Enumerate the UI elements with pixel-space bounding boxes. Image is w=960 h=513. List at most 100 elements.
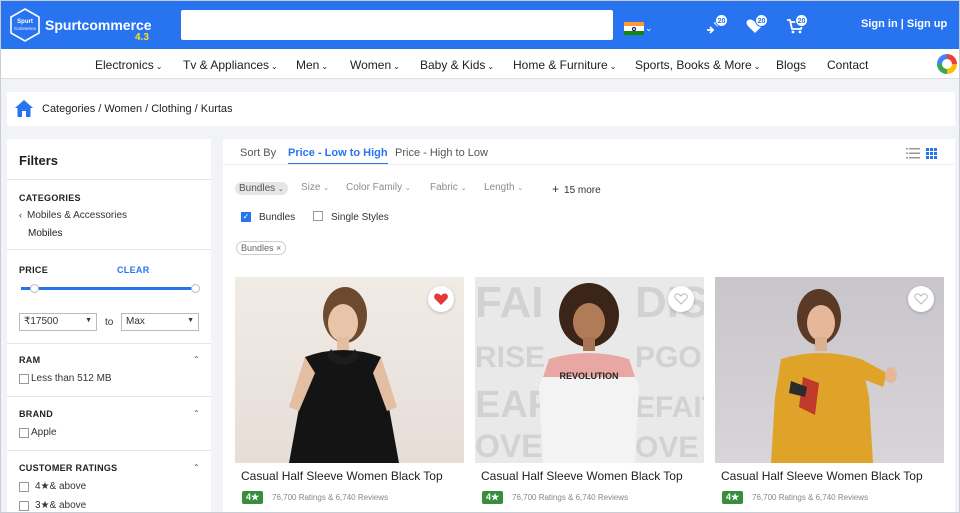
version-label: 4.3 — [135, 32, 149, 43]
category-child-link[interactable]: Mobiles — [28, 228, 62, 239]
list-view-icon[interactable] — [906, 146, 920, 159]
rating-4-checkbox[interactable] — [19, 482, 29, 492]
product-image[interactable] — [235, 277, 464, 463]
nav-item-label: Home & Furniture — [513, 58, 608, 72]
categories-heading: CATEGORIES — [19, 193, 81, 203]
price-max-select[interactable]: Max ▼ — [121, 313, 199, 331]
ram-heading[interactable]: RAM — [19, 355, 40, 365]
chevron-up-icon[interactable]: ⌃ — [193, 355, 200, 364]
nav-item-sports-books[interactable]: Sports, Books & More ⌄ — [635, 58, 760, 72]
price-clear-button[interactable]: CLEAR — [117, 265, 150, 275]
product-card[interactable]: Casual Half Sleeve Women Black Top 4★ 76… — [235, 277, 464, 512]
logo-icon[interactable]: Spurt Commerce — [7, 7, 43, 43]
facet-label: Length — [484, 182, 515, 193]
facet-size[interactable]: Size ⌄ — [301, 182, 329, 193]
home-icon[interactable] — [14, 99, 34, 118]
single-styles-checkbox[interactable] — [313, 211, 323, 221]
single-styles-label: Single Styles — [331, 212, 389, 223]
filters-panel: Filters CATEGORIES ‹ Mobiles & Accessorie… — [7, 139, 211, 512]
facet-color-family[interactable]: Color Family ⌄ — [346, 182, 411, 193]
nav-item-tv-appliances[interactable]: Tv & Appliances ⌄ — [183, 58, 278, 72]
divider — [7, 179, 211, 180]
nav-item-women[interactable]: Women ⌄ — [350, 58, 400, 72]
chevron-down-icon: ⌄ — [321, 62, 329, 71]
more-facets-label: 15 more — [564, 185, 601, 196]
rating-4-label: 4★& above — [35, 481, 87, 492]
product-title[interactable]: Casual Half Sleeve Women Black Top — [241, 469, 443, 483]
logo-text[interactable]: Spurtcommerce — [45, 17, 152, 33]
sort-by-label: Sort By — [240, 147, 277, 159]
product-title[interactable]: Casual Half Sleeve Women Black Top — [721, 469, 923, 483]
plus-icon: + — [552, 182, 560, 196]
color-wheel-icon[interactable] — [937, 54, 957, 74]
search-input[interactable] — [181, 10, 613, 40]
product-image[interactable] — [715, 277, 944, 463]
divider — [7, 450, 211, 451]
chevron-down-icon: ⌄ — [487, 62, 495, 71]
ram-checkbox[interactable] — [19, 374, 29, 384]
breadcrumb: Categories / Women / Clothing / Kurtas — [7, 92, 955, 126]
chevron-left-icon: ‹ — [19, 210, 22, 220]
chevron-down-icon: ⌄ — [753, 62, 761, 71]
wishlist-button[interactable] — [908, 286, 934, 312]
more-facets-button[interactable]: +15 more — [552, 182, 601, 196]
chevron-down-icon: ⌄ — [155, 62, 163, 71]
caret-down-icon: ▼ — [85, 317, 92, 324]
app-window: Spurt Commerce Spurtcommerce 4.3 ⌄ 20 20… — [0, 0, 960, 513]
nav-item-baby-kids[interactable]: Baby & Kids ⌄ — [420, 58, 494, 72]
sign-in-sign-up-link[interactable]: Sign in | Sign up — [861, 18, 947, 30]
sort-price-high-low[interactable]: Price - High to Low — [395, 147, 488, 159]
chevron-down-icon[interactable]: ⌄ — [645, 23, 653, 34]
facet-fabric[interactable]: Fabric ⌄ — [430, 182, 466, 193]
nav-item-electronics[interactable]: Electronics ⌄ — [95, 58, 162, 72]
product-title[interactable]: Casual Half Sleeve Women Black Top — [481, 469, 683, 483]
brand-heading[interactable]: BRAND — [19, 409, 53, 419]
product-card[interactable]: Casual Half Sleeve Women Black Top 4★ 76… — [715, 277, 944, 512]
price-max-value: Max — [126, 316, 145, 327]
divider — [7, 396, 211, 397]
wishlist-count-badge: 20 — [755, 14, 768, 27]
price-slider-min-handle[interactable] — [30, 284, 39, 293]
rating-3-checkbox[interactable] — [19, 501, 29, 511]
ratings-reviews-count: 76,700 Ratings & 6,740 Reviews — [512, 493, 629, 502]
sort-price-low-high[interactable]: Price - Low to High — [288, 147, 388, 165]
facet-bundles[interactable]: Bundles ⌄ — [235, 182, 288, 195]
wishlist-button[interactable] — [428, 286, 454, 312]
price-slider-track[interactable] — [21, 287, 197, 290]
svg-text:RISE: RISE — [475, 341, 545, 374]
india-flag-icon[interactable] — [624, 22, 644, 35]
ratings-heading[interactable]: CUSTOMER RATINGS — [19, 463, 117, 473]
heart-filled-icon — [434, 293, 448, 305]
chevron-down-icon: ⌄ — [271, 62, 278, 71]
filters-title: Filters — [19, 153, 59, 168]
ratings-reviews-count: 76,700 Ratings & 6,740 Reviews — [272, 493, 389, 502]
bundles-checkbox-label: Bundles — [259, 212, 296, 223]
ratings-reviews-count: 76,700 Ratings & 6,740 Reviews — [752, 493, 869, 502]
nav-item-label: Blogs — [776, 58, 807, 72]
category-parent-link[interactable]: ‹ Mobiles & Accessories — [19, 210, 127, 221]
chevron-down-icon: ⌄ — [517, 185, 524, 192]
product-listing: Sort By Price - Low to High Price - High… — [223, 139, 955, 512]
rating-badge: 4★ — [242, 491, 264, 504]
price-min-select[interactable]: ₹17500 ▼ — [19, 313, 97, 331]
applied-filter-bundles[interactable]: Bundles × — [236, 241, 287, 255]
facet-length[interactable]: Length ⌄ — [484, 182, 523, 193]
checkmark-icon: ✓ — [242, 212, 250, 221]
top-bar: Spurt Commerce Spurtcommerce 4.3 ⌄ 20 20… — [1, 1, 959, 49]
chevron-up-icon[interactable]: ⌃ — [193, 463, 200, 472]
breadcrumb-path[interactable]: Categories / Women / Clothing / Kurtas — [42, 103, 233, 115]
wishlist-button[interactable] — [668, 286, 694, 312]
divider — [7, 249, 211, 250]
svg-text:EFAIT: EFAIT — [635, 391, 704, 424]
product-card[interactable]: FAI DISI RISE PGO EAP EFAIT OVE OVE REVO — [475, 277, 704, 512]
nav-item-men[interactable]: Men ⌄ — [296, 58, 328, 72]
grid-view-icon[interactable] — [926, 146, 938, 159]
nav-item-home-furniture[interactable]: Home & Furniture ⌄ — [513, 58, 616, 72]
nav-item-blogs[interactable]: Blogs — [776, 58, 806, 72]
price-slider-max-handle[interactable] — [191, 284, 200, 293]
brand-checkbox[interactable] — [19, 428, 29, 438]
chevron-up-icon[interactable]: ⌃ — [193, 409, 200, 418]
nav-item-contact[interactable]: Contact — [827, 58, 868, 72]
product-image[interactable]: FAI DISI RISE PGO EAP EFAIT OVE OVE REVO — [475, 277, 704, 463]
bundles-checkbox[interactable]: ✓ — [241, 212, 251, 222]
